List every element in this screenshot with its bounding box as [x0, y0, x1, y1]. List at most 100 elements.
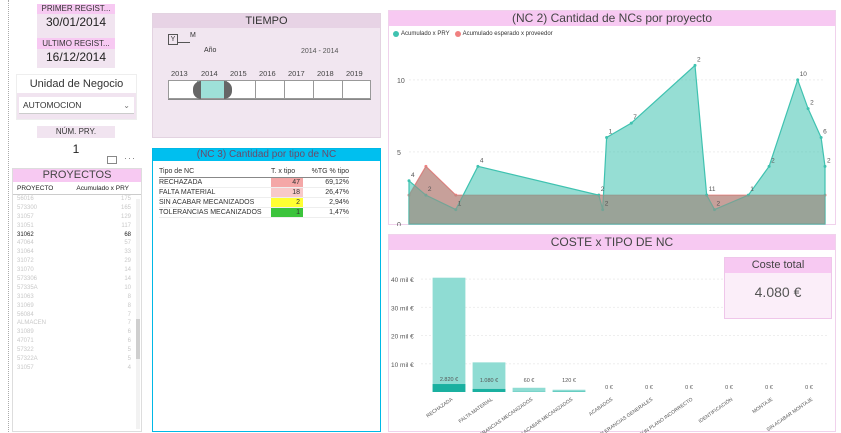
- nc3-row[interactable]: FALTA MATERIAL1826,47%: [159, 188, 349, 198]
- proyecto-id: ALMACEN: [17, 319, 46, 328]
- proyecto-row[interactable]: 573300165: [13, 204, 135, 213]
- coste-data-label: 0 €: [765, 385, 773, 391]
- proyecto-row[interactable]: 57322A5: [13, 355, 135, 364]
- nc2-data-label: 2: [771, 157, 775, 164]
- proyecto-row[interactable]: 310574: [13, 364, 135, 373]
- proyecto-acumulado: 117: [121, 222, 131, 231]
- nc2-point-0: [605, 136, 608, 139]
- proyecto-row[interactable]: 560847: [13, 311, 135, 320]
- nc3-header-count[interactable]: T. x tipo: [271, 166, 303, 178]
- coste-data-label: 0 €: [645, 385, 653, 391]
- primer-registro-card: PRIMER REGIST... 30/01/2014: [37, 4, 115, 38]
- proyecto-id: 47071: [17, 337, 34, 346]
- proyecto-row[interactable]: 3107229: [13, 257, 135, 266]
- proyecto-row[interactable]: ALMACEN7: [13, 319, 135, 328]
- year-2013: 2013: [171, 69, 188, 78]
- timeline-slot-2018[interactable]: [313, 80, 343, 99]
- ultimo-registro-card: ULTIMO REGIST... 16/12/2014: [37, 38, 115, 68]
- coste-data-label: 0 €: [605, 385, 613, 391]
- coste-data-label: 2.820 €: [440, 377, 458, 383]
- nc3-row[interactable]: SIN ACABAR MECANIZADOS22,94%: [159, 198, 349, 208]
- left-divider: [8, 0, 9, 432]
- proyecto-row[interactable]: 31051 117: [13, 222, 135, 231]
- coste-bar: [433, 278, 466, 392]
- proyecto-row[interactable]: 573225: [13, 346, 135, 355]
- coste-y-tick: 40 mil €: [391, 277, 414, 284]
- proyecto-row[interactable]: 3106433: [13, 248, 135, 257]
- proyecto-id: 31062: [17, 231, 34, 240]
- proyectos-scrollbar-thumb[interactable]: [136, 319, 140, 359]
- level-connector: [178, 42, 190, 43]
- nc2-data-label: 6: [823, 129, 827, 136]
- year-2016: 2016: [259, 69, 276, 78]
- coste-title: COSTE x TIPO DE NC: [389, 235, 835, 250]
- unidad-negocio-label: Unidad de Negocio: [17, 75, 136, 93]
- nc2-point-0: [807, 107, 810, 110]
- nc3-pct: 26,47%: [303, 188, 349, 198]
- proyecto-row[interactable]: 31057129: [13, 213, 135, 222]
- primer-registro-value: 30/01/2014: [37, 14, 115, 30]
- proyecto-row[interactable]: 31069 8: [13, 302, 135, 311]
- proyecto-id: 31051: [17, 222, 34, 231]
- more-options-icon[interactable]: ···: [124, 153, 136, 163]
- proyecto-acumulado: 5: [128, 355, 131, 364]
- nc3-row[interactable]: RECHAZADA4769,12%: [159, 178, 349, 188]
- nc3-header-tipo[interactable]: Tipo de NC: [159, 166, 271, 178]
- nc2-point-0: [408, 179, 411, 182]
- coste-data-label: 0 €: [725, 385, 733, 391]
- proyecto-acumulado: 8: [128, 302, 131, 311]
- timeline-handle-left[interactable]: [193, 81, 201, 99]
- proyectos-rows: 560161755733001653105712931051 117 31062 68…: [13, 195, 135, 373]
- proyecto-row[interactable]: 56016175: [13, 195, 135, 204]
- timeline-slot-2019[interactable]: [342, 80, 371, 99]
- focus-mode-icon[interactable]: [107, 156, 117, 164]
- proyecto-acumulado: 68: [124, 231, 131, 240]
- proyecto-id: 31063: [17, 293, 34, 302]
- proyecto-row[interactable]: 3107014: [13, 266, 135, 275]
- proyecto-row[interactable]: 31062 68: [13, 231, 135, 240]
- proyectos-scrollbar[interactable]: [136, 199, 140, 429]
- coste-y-tick: 30 mil €: [391, 305, 414, 312]
- proyecto-row[interactable]: 57330614: [13, 275, 135, 284]
- coste-bar-highlight: [433, 384, 466, 392]
- nc2-data-label: 2: [697, 56, 701, 63]
- acumulado-column-header[interactable]: Acumulado x PRY: [76, 185, 129, 192]
- level-y-button[interactable]: Y: [168, 34, 178, 45]
- nc3-header-pct[interactable]: %TG % tipo: [303, 166, 349, 178]
- nc2-y-tick: 0: [397, 222, 401, 226]
- coste-x-tick: SEGÚN PLANO INCORRECTO: [632, 396, 694, 433]
- unidad-negocio-dropdown[interactable]: AUTOMOCION ⌄: [19, 97, 134, 114]
- proyecto-column-header[interactable]: PROYECTO: [17, 185, 53, 192]
- proyecto-row[interactable]: 310638: [13, 293, 135, 302]
- coste-x-tick: ACABADOS: [588, 396, 615, 417]
- year-2017: 2017: [288, 69, 305, 78]
- nc3-pct: 69,12%: [303, 178, 349, 188]
- primer-registro-label: PRIMER REGIST...: [37, 4, 115, 14]
- level-m-label[interactable]: M: [190, 32, 196, 39]
- proyecto-row[interactable]: 470716: [13, 337, 135, 346]
- nc3-row[interactable]: TOLERANCIAS MECANIZADOS11,47%: [159, 208, 349, 218]
- proyecto-id: 56084: [17, 311, 34, 320]
- proyecto-acumulado: 165: [121, 204, 131, 213]
- year-2019: 2019: [346, 69, 363, 78]
- proyecto-row[interactable]: 4706457: [13, 239, 135, 248]
- coste-data-label: 1.080 €: [480, 378, 498, 384]
- proyecto-id: 31069: [17, 302, 34, 311]
- nc2-y-tick: 10: [397, 78, 405, 85]
- proyecto-id: 56016: [17, 195, 34, 204]
- proyecto-row[interactable]: 57335A10: [13, 284, 135, 293]
- proyecto-id: 31064: [17, 248, 34, 257]
- proyecto-row[interactable]: 310896: [13, 328, 135, 337]
- nc2-data-label: 1: [609, 129, 613, 136]
- coste-data-label: 120 €: [562, 378, 576, 384]
- proyecto-id: 31070: [17, 266, 34, 275]
- nc2-point-0: [820, 136, 823, 139]
- timeline-slot-2016[interactable]: [255, 80, 285, 99]
- timeline-slot-2017[interactable]: [284, 80, 314, 99]
- nc3-tipo: RECHAZADA: [159, 178, 271, 188]
- timeline-slot-2014[interactable]: [197, 80, 227, 99]
- nc3-header-row: Tipo de NC T. x tipo %TG % tipo: [159, 166, 349, 178]
- nc3-tipo: TOLERANCIAS MECANIZADOS: [159, 208, 271, 218]
- nc2-chart-panel: (NC 2) Cantidad de NCs por proyecto Acum…: [388, 10, 836, 225]
- level-label: Año: [204, 47, 216, 54]
